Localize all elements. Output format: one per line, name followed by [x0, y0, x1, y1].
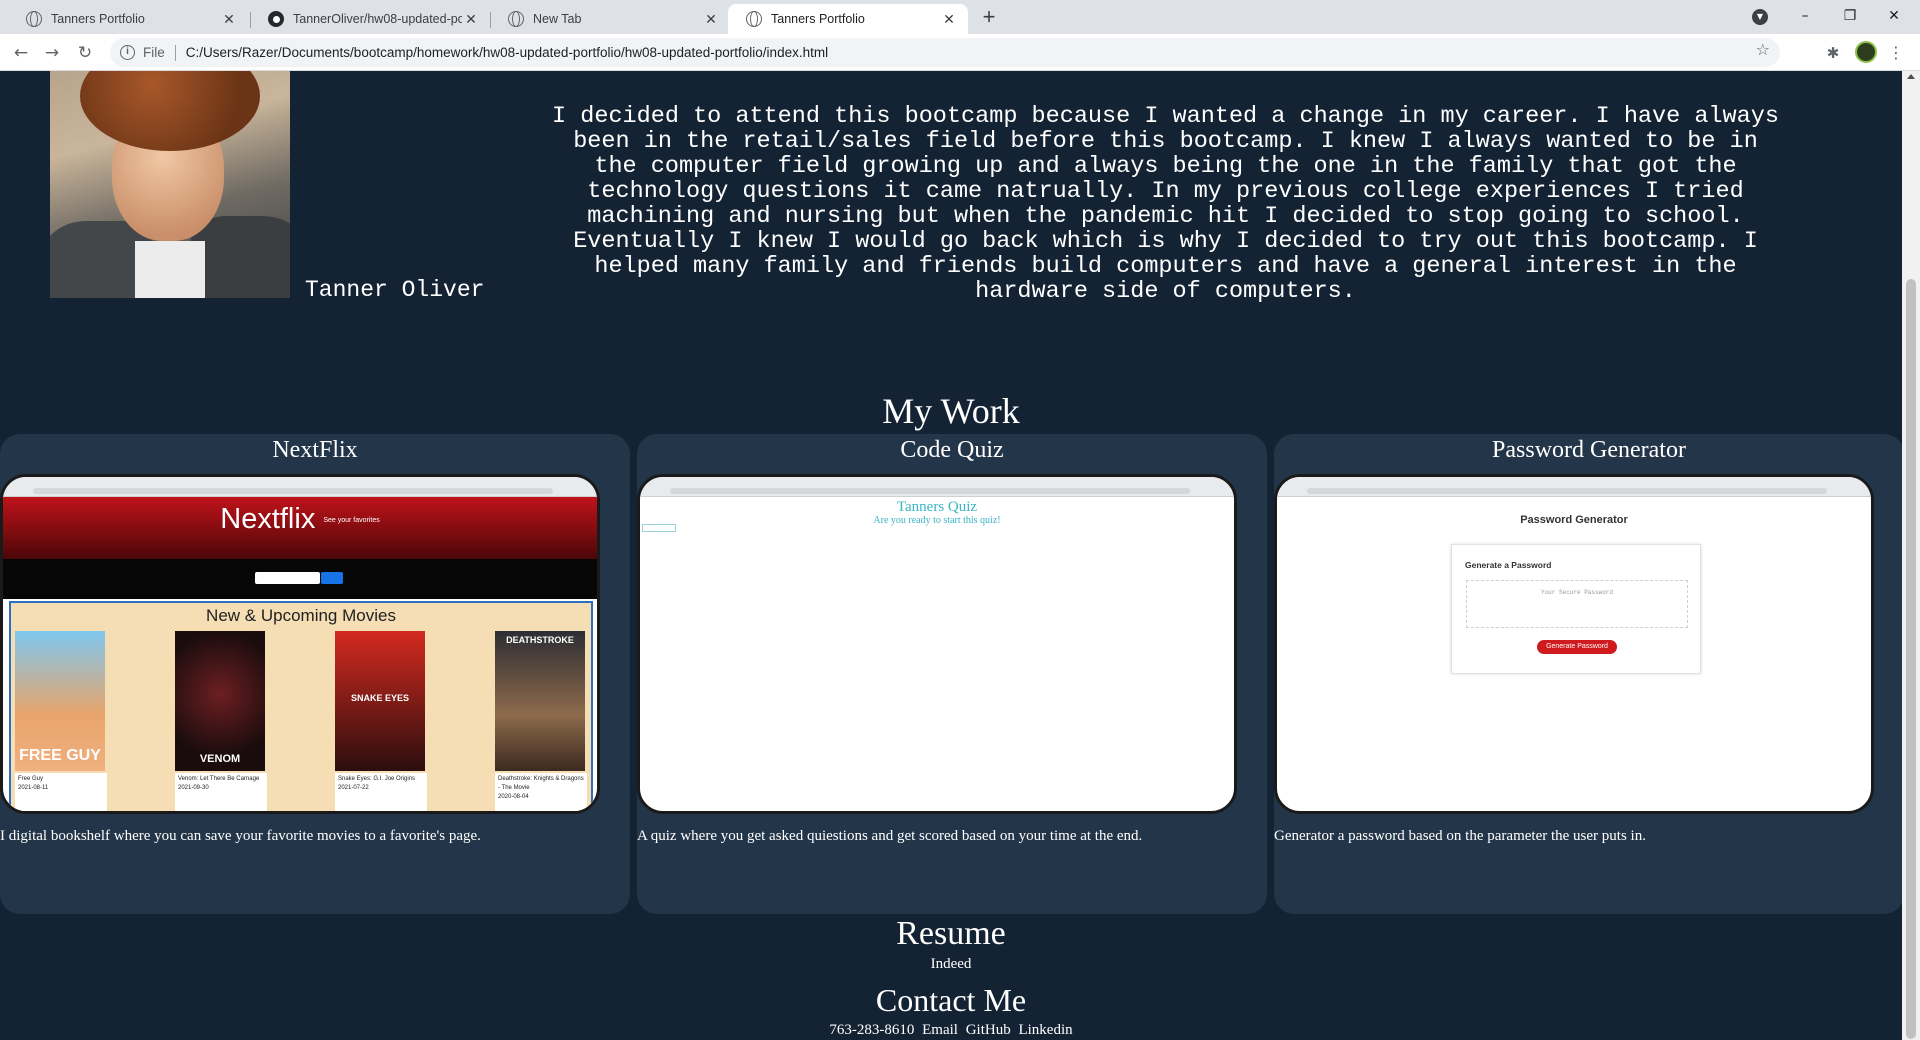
new-tab-button[interactable]: +	[976, 5, 1002, 31]
browser-toolbar: ← → ↻ i File C:/Users/Razer/Documents/bo…	[0, 34, 1920, 71]
quiz-title: Tanners Quiz	[896, 499, 978, 515]
close-icon[interactable]: ✕	[702, 11, 720, 28]
contact-line: 763-283-8610 Email GitHub Linkedin	[0, 1022, 1902, 1039]
close-icon[interactable]: ✕	[462, 11, 480, 28]
tab-search-icon[interactable]: ▼	[1752, 9, 1768, 25]
info-icon[interactable]: i	[120, 45, 135, 60]
nextflix-logo: Nextflix	[220, 503, 316, 535]
extensions-puzzle-icon[interactable]: ✱	[1822, 42, 1844, 64]
password-page-title: Password Generator	[1520, 514, 1628, 526]
password-output-field: Your Secure Password	[1466, 580, 1688, 628]
close-icon[interactable]: ✕	[220, 11, 238, 28]
profile-photo	[50, 71, 290, 298]
tab-portfolio-active[interactable]: Tanners Portfolio ✕	[728, 4, 968, 34]
forward-icon[interactable]: →	[39, 40, 65, 66]
tab-portfolio-1[interactable]: Tanners Portfolio ✕	[8, 4, 248, 34]
tab-title: Tanners Portfolio	[51, 12, 145, 26]
contact-heading: Contact Me	[875, 982, 1027, 1018]
page-scrollbar[interactable]	[1902, 71, 1920, 1040]
minimize-icon[interactable]: –	[1791, 4, 1819, 28]
back-icon[interactable]: ←	[8, 40, 34, 66]
window-close-icon[interactable]: ✕	[1880, 4, 1908, 28]
quiz-subtitle: Are you ready to start this quiz!	[873, 515, 1001, 526]
address-url: C:/Users/Razer/Documents/bootcamp/homewo…	[185, 45, 829, 60]
project-title: Password Generator	[1492, 437, 1686, 463]
project-description: A quiz where you get asked quiestions an…	[637, 828, 1143, 844]
tab-title: Tanners Portfolio	[771, 12, 865, 26]
nextflix-search-input	[255, 572, 320, 584]
project-card-nextflix: NextFlix Nextflix See your favorites New …	[0, 434, 630, 914]
movie-caption: Deathstroke: Knights & Dragons - The Mov…	[495, 773, 587, 811]
password-card-title: Generate a Password	[1465, 560, 1552, 570]
address-divider	[174, 44, 176, 61]
movie-poster: DEATHSTROKE	[495, 631, 585, 771]
tab-new-tab[interactable]: New Tab ✕	[490, 4, 730, 34]
restore-icon[interactable]: ❐	[1836, 4, 1864, 28]
project-screenshot-nextflix[interactable]: Nextflix See your favorites New & Upcomin…	[0, 474, 600, 814]
movie-poster: SNAKE EYES	[335, 631, 425, 771]
project-card-code-quiz: Code Quiz Tanners Quiz Are you ready to …	[637, 434, 1267, 914]
movie-caption: Free Guy 2021-08-11	[15, 773, 107, 811]
contact-email-link[interactable]: Email	[922, 1022, 958, 1038]
globe-icon	[746, 11, 762, 27]
profile-name: Tanner Oliver	[305, 277, 485, 303]
globe-icon	[508, 11, 524, 27]
project-description: I digital bookshelf where you can save y…	[0, 828, 481, 844]
tab-title: TannerOliver/hw08-updated-portfolio	[293, 12, 462, 26]
movie-caption: Venom: Let There Be Carnage 2021-09-30	[175, 773, 267, 811]
nextflix-movies-panel: New & Upcoming Movies FREE GUY Free Guy 2…	[9, 601, 593, 811]
tab-strip: Tanners Portfolio ✕ TannerOliver/hw08-up…	[0, 0, 1920, 34]
panel-title: New & Upcoming Movies	[206, 606, 396, 625]
project-title: NextFlix	[272, 437, 358, 463]
tab-github[interactable]: TannerOliver/hw08-updated-portfolio ✕	[250, 4, 490, 34]
my-work-heading: My Work	[882, 391, 1020, 431]
project-card-password-generator: Password Generator Password Generator Ge…	[1274, 434, 1902, 914]
password-card: Generate a Password Your Secure Password…	[1451, 544, 1701, 674]
contact-linkedin-link[interactable]: Linkedin	[1018, 1022, 1072, 1038]
github-icon	[268, 11, 284, 27]
reload-icon[interactable]: ↻	[72, 40, 98, 66]
project-screenshot-code-quiz[interactable]: Tanners Quiz Are you ready to start this…	[637, 474, 1237, 814]
generate-password-button: Generate Password	[1537, 640, 1617, 654]
bookmark-star-icon[interactable]: ☆	[1756, 40, 1770, 59]
nextflix-search-button	[321, 572, 343, 584]
project-title: Code Quiz	[900, 437, 1004, 463]
resume-indeed-link[interactable]: Indeed	[0, 956, 1902, 973]
page-viewport: Tanner Oliver I decided to attend this b…	[0, 71, 1902, 1040]
profile-avatar[interactable]	[1855, 41, 1877, 63]
close-icon[interactable]: ✕	[940, 11, 958, 28]
movie-poster: FREE GUY	[15, 631, 105, 771]
address-scheme: File	[143, 45, 165, 60]
quiz-start-button	[642, 524, 676, 532]
resume-heading: Resume	[896, 915, 1006, 952]
project-description: Generator a password based on the parame…	[1274, 828, 1646, 844]
scroll-thumb[interactable]	[1906, 279, 1916, 1039]
scroll-up-arrow-icon[interactable]	[1907, 74, 1915, 79]
kebab-menu-icon[interactable]: ⋮	[1888, 42, 1904, 64]
project-screenshot-password-generator[interactable]: Password Generator Generate a Password Y…	[1274, 474, 1874, 814]
nextflix-tagline: See your favorites	[323, 516, 380, 524]
movie-caption: Snake Eyes: G.I. Joe Origins 2021-07-22	[335, 773, 427, 811]
globe-icon	[26, 11, 42, 27]
movie-poster: VENOM	[175, 631, 265, 771]
contact-github-link[interactable]: GitHub	[966, 1022, 1011, 1038]
contact-phone: 763-283-8610	[829, 1022, 915, 1038]
tab-title: New Tab	[533, 12, 582, 26]
address-bar[interactable]: i File C:/Users/Razer/Documents/bootcamp…	[110, 38, 1780, 67]
profile-bio: I decided to attend this bootcamp becaus…	[552, 103, 1779, 305]
